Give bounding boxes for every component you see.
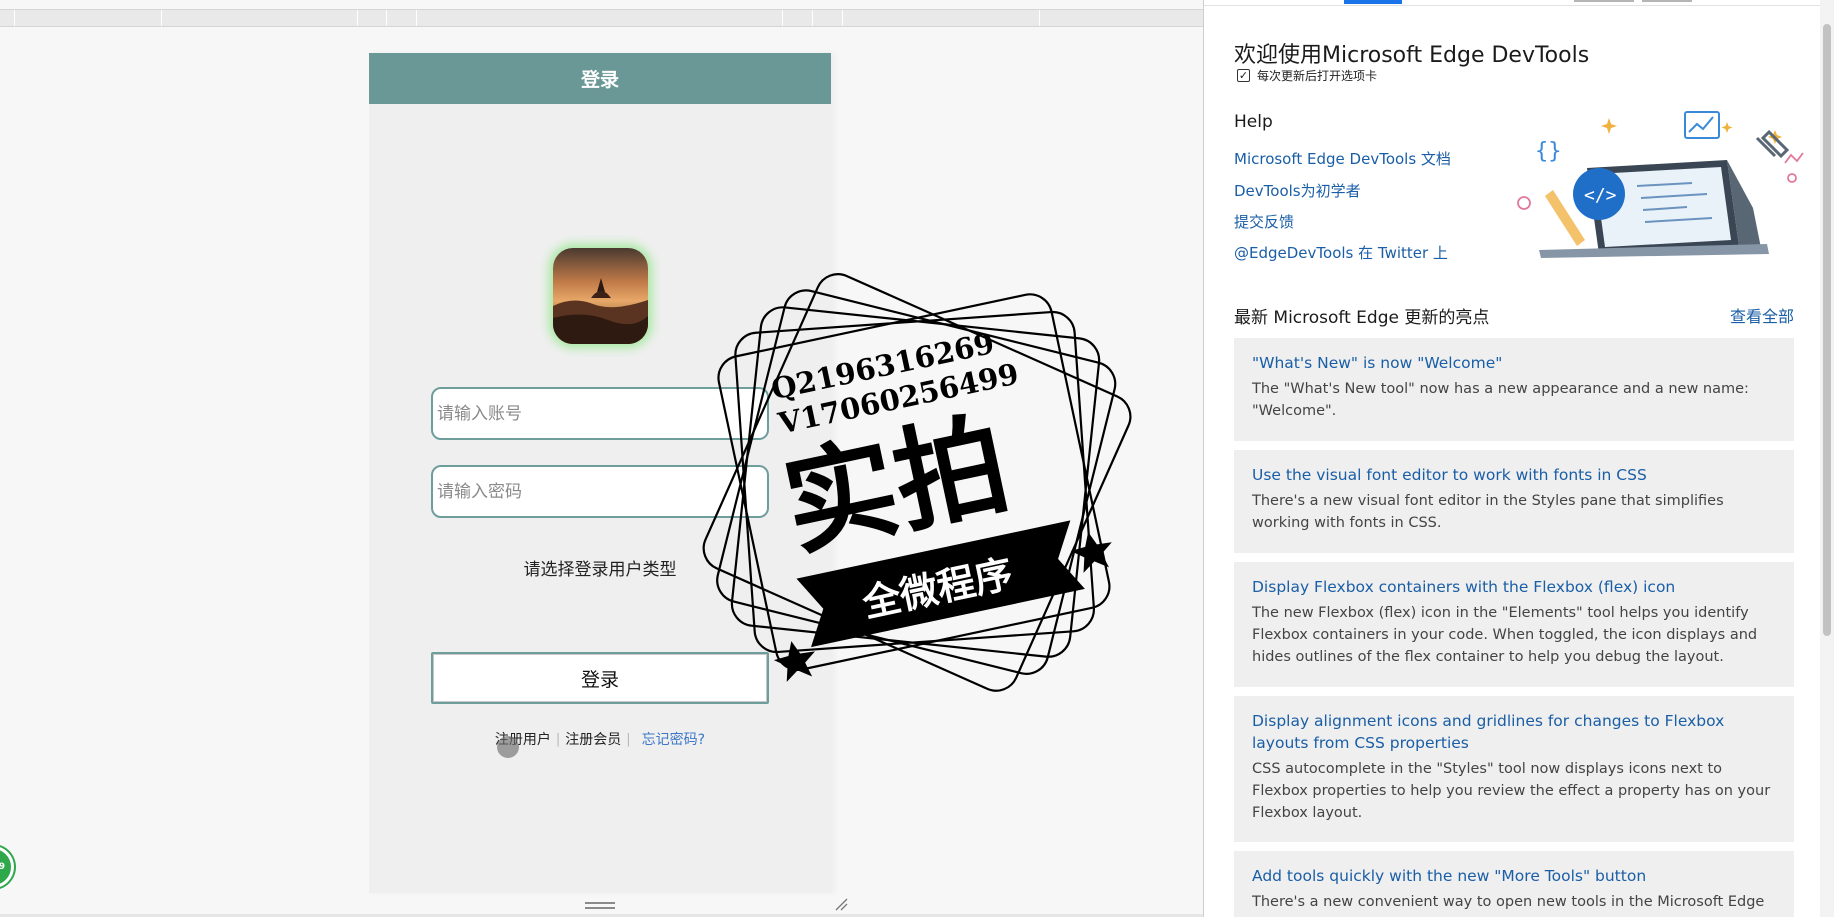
- news-card-body: The "What's New tool" now has a new appe…: [1252, 381, 1749, 419]
- news-card[interactable]: Display alignment icons and gridlines fo…: [1234, 696, 1794, 842]
- register-member-link[interactable]: 注册会员: [565, 729, 621, 749]
- floating-badge-text: 49: [0, 862, 5, 872]
- devtools-welcome-title: 欢迎使用Microsoft Edge DevTools: [1234, 43, 1590, 68]
- svg-text:{}: {}: [1535, 139, 1562, 164]
- password-field[interactable]: [431, 465, 769, 518]
- news-card-title[interactable]: Add tools quickly with the new "More Too…: [1252, 865, 1776, 887]
- news-card-body: There's a new visual font editor in the …: [1252, 493, 1724, 531]
- active-tab-indicator: [1344, 0, 1402, 4]
- news-card-title[interactable]: Display alignment icons and gridlines fo…: [1252, 710, 1776, 754]
- user-type-label: 请选择登录用户类型: [523, 560, 677, 580]
- twitter-link[interactable]: @EdgeDevTools 在 Twitter 上: [1234, 242, 1448, 263]
- forgot-password-link[interactable]: 忘记密码?: [642, 729, 705, 749]
- open-on-update-checkbox[interactable]: ✓: [1237, 69, 1250, 82]
- device-resize-handle[interactable]: [585, 902, 615, 910]
- app-header: 登录: [369, 53, 831, 104]
- svg-text:</>: </>: [1584, 185, 1617, 206]
- devtools-tabstrip: [1204, 0, 1834, 6]
- news-card[interactable]: Add tools quickly with the new "More Too…: [1234, 851, 1794, 917]
- news-card-body: The new Flexbox (flex) icon in the "Elem…: [1252, 605, 1758, 665]
- link-separator: |: [626, 731, 631, 747]
- account-input[interactable]: [433, 389, 767, 438]
- app-logo-image: [553, 248, 648, 344]
- news-card-body: There's a new convenient way to open new…: [1252, 894, 1765, 910]
- watermark-banner-text: 全微程序: [858, 551, 1017, 626]
- news-card-title[interactable]: "What's New" is now "Welcome": [1252, 352, 1776, 374]
- devtools-scrollbar[interactable]: [1820, 0, 1834, 917]
- feedback-link[interactable]: 提交反馈: [1234, 211, 1294, 232]
- devtools-scroll-thumb[interactable]: [1823, 24, 1831, 636]
- news-heading: 最新 Microsoft Edge 更新的亮点: [1234, 308, 1490, 328]
- mobile-app-frame: 登录 请输入账号 请选择登录用户类型 登录 注册用户 | 注册会员 | 忘记密码…: [369, 53, 831, 893]
- help-heading: Help: [1234, 112, 1273, 132]
- account-links: 注册用户 | 注册会员 | 忘记密码?: [369, 729, 831, 749]
- view-all-link[interactable]: 查看全部: [1730, 303, 1794, 327]
- resize-corner-icon[interactable]: [834, 896, 848, 911]
- open-on-update-label: 每次更新后打开选项卡: [1257, 69, 1378, 83]
- news-card-title[interactable]: Display Flexbox containers with the Flex…: [1252, 576, 1776, 598]
- mouse-cursor-indicator: [497, 736, 519, 758]
- docs-link[interactable]: Microsoft Edge DevTools 文档: [1234, 148, 1451, 169]
- news-card[interactable]: Use the visual font editor to work with …: [1234, 450, 1794, 553]
- floating-badge[interactable]: 49: [0, 846, 14, 888]
- account-field[interactable]: [431, 387, 769, 440]
- open-on-update-option[interactable]: ✓ 每次更新后打开选项卡: [1237, 67, 1377, 84]
- beginners-link[interactable]: DevTools为初学者: [1234, 180, 1361, 201]
- device-toolbar-ruler: [0, 9, 1203, 27]
- news-card-body: CSS autocomplete in the "Styles" tool no…: [1252, 761, 1771, 821]
- login-button[interactable]: 登录: [431, 652, 769, 704]
- link-separator: |: [555, 731, 561, 747]
- news-card-title[interactable]: Use the visual font editor to work with …: [1252, 464, 1776, 486]
- news-card[interactable]: "What's New" is now "Welcome" The "What'…: [1234, 338, 1794, 441]
- devtools-illustration: {} </>: [1517, 108, 1807, 258]
- page-viewport: 登录 请输入账号 请选择登录用户类型 登录 注册用户 | 注册会员 | 忘记密码…: [0, 0, 1203, 917]
- news-card[interactable]: Display Flexbox containers with the Flex…: [1234, 562, 1794, 687]
- password-input[interactable]: [433, 467, 767, 516]
- devtools-welcome-panel: 欢迎使用Microsoft Edge DevTools ✓ 每次更新后打开选项卡…: [1203, 0, 1834, 917]
- app-header-title: 登录: [580, 69, 619, 91]
